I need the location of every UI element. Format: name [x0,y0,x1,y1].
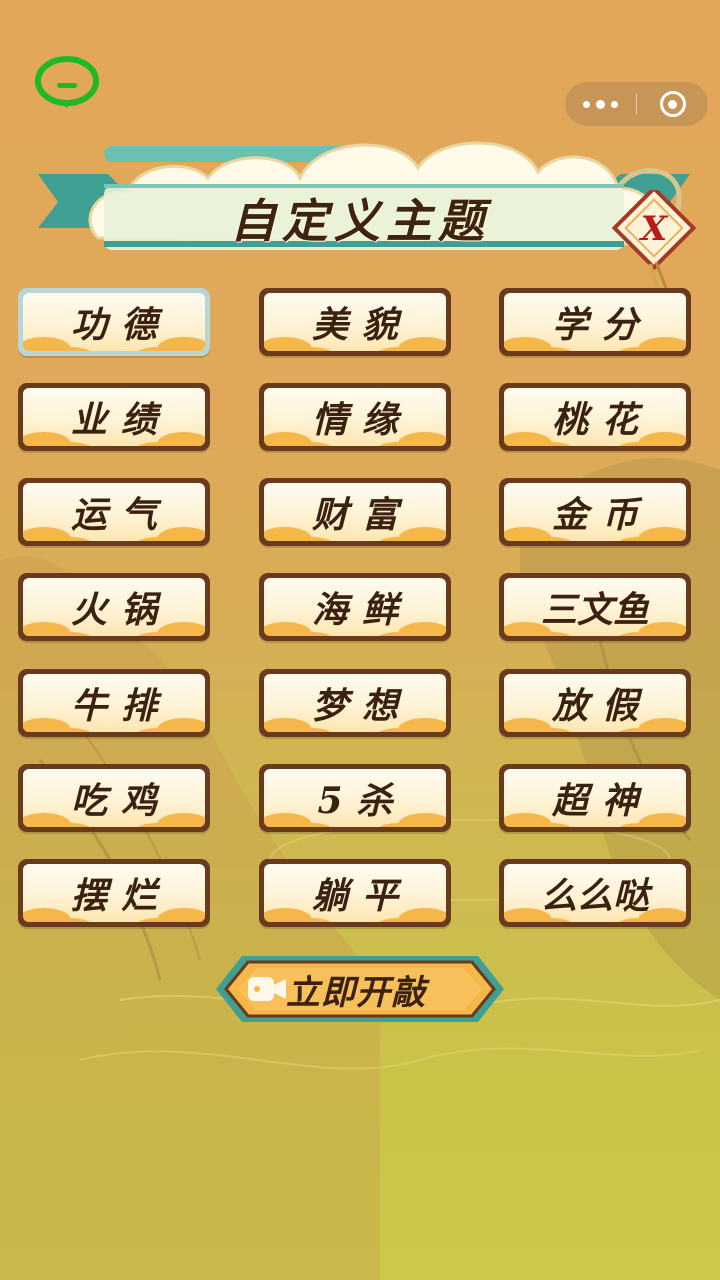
theme-button-label: 火锅 [70,589,171,631]
theme-button-label: 学分 [551,304,652,346]
theme-button[interactable]: 放假 [499,669,691,737]
theme-button[interactable]: 财富 [259,478,451,546]
theme-button[interactable]: 桃花 [499,383,691,451]
theme-button-label: 梦想 [311,685,412,727]
target-circle-icon[interactable] [637,82,708,126]
close-button[interactable]: X [612,190,696,290]
theme-button-label: 金币 [551,494,652,536]
theme-button[interactable]: 么么哒 [499,859,691,927]
theme-button-label: 功德 [70,304,171,346]
theme-button[interactable]: 情缘 [259,383,451,451]
theme-button-label: 三文鱼 [540,589,649,631]
theme-button[interactable]: 金币 [499,478,691,546]
video-camera-icon [248,977,286,1001]
theme-button[interactable]: 火锅 [18,573,210,641]
theme-button[interactable]: 业绩 [18,383,210,451]
theme-button[interactable]: 功德 [18,288,210,356]
theme-button-label: 放假 [551,685,652,727]
theme-button[interactable]: 吃鸡 [18,764,210,832]
theme-button[interactable]: 美貌 [259,288,451,356]
more-dots-icon[interactable] [565,82,636,126]
theme-button-label: 财富 [311,494,412,536]
theme-button-label: 业绩 [70,399,171,441]
theme-button[interactable]: 三文鱼 [499,573,691,641]
theme-button-label: 运气 [70,494,171,536]
theme-button-label: 躺平 [311,875,412,917]
theme-button[interactable]: 超神 [499,764,691,832]
theme-button-label: 海鲜 [311,589,412,631]
theme-button-label: 摆烂 [70,875,171,917]
theme-button[interactable]: 运气 [18,478,210,546]
theme-button-label: 么么哒 [540,875,649,917]
mini-program-capsule [565,82,708,126]
theme-button[interactable]: 牛排 [18,669,210,737]
theme-button[interactable]: 躺平 [259,859,451,927]
theme-button[interactable]: 5杀 [259,764,451,832]
theme-button-label: 桃花 [551,399,652,441]
theme-button-label: 情缘 [311,399,412,441]
chat-bubble-icon[interactable] [34,56,100,110]
theme-button[interactable]: 摆烂 [18,859,210,927]
start-button[interactable]: 立即开敲 [212,952,508,1026]
theme-button-label: 超神 [551,780,652,822]
theme-button-label: 牛排 [70,685,171,727]
close-icon: X [639,209,669,249]
theme-button[interactable]: 梦想 [259,669,451,737]
theme-button[interactable]: 学分 [499,288,691,356]
theme-button-label: 5杀 [317,780,407,822]
theme-button-label: 美貌 [311,304,412,346]
theme-button[interactable]: 海鲜 [259,573,451,641]
start-button-label: 立即开敲 [286,972,426,1013]
theme-button-label: 吃鸡 [70,780,171,822]
